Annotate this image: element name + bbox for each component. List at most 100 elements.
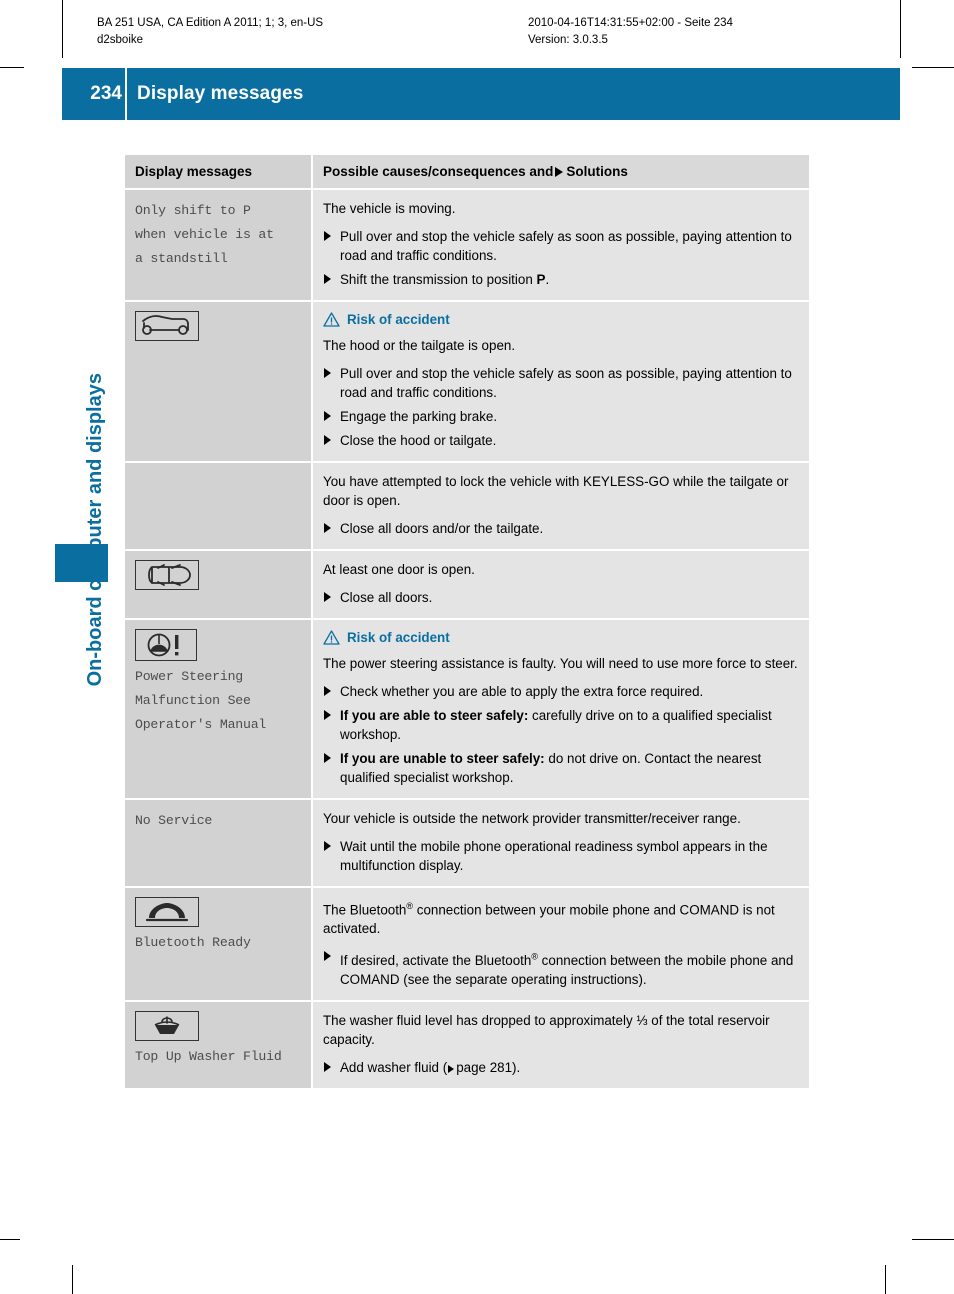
solution-text: If you are able to steer safely: careful… [340,708,772,742]
solution-text: Engage the parking brake. [340,409,498,424]
solution-item: Engage the parking brake. [323,407,799,426]
triangle-bullet-icon [324,686,331,696]
cause-text: The Bluetooth® connection between your m… [323,901,775,937]
cause-text: Your vehicle is outside the network prov… [323,811,741,826]
warning-label: Risk of accident [347,312,450,327]
explanation-cell: Risk of accident The hood or the tailgat… [311,302,809,461]
page-title: Display messages [137,83,304,104]
print-slug-right-line1: 2010-04-16T14:31:55+02:00 - Seite 234 [528,17,733,29]
explanation-cell: At least one door is open. Close all doo… [311,551,809,618]
table-header-cell-messages: Display messages [125,155,311,188]
message-cell [125,302,311,461]
cause-text: The washer fluid level has dropped to ap… [323,1012,770,1047]
print-slug-right-line2: Version: 3.0.3.5 [528,34,608,46]
display-message-text: Top Up Washer Fluid [135,1048,282,1064]
cause-text: The hood or the tailgate is open. [323,338,516,353]
print-slug-left-line1: BA 251 USA, CA Edition A 2011; 1; 3, en-… [97,17,324,29]
triangle-bullet-icon [324,753,331,763]
solution-item: If you are able to steer safely: careful… [323,706,799,744]
solution-item: If desired, activate the Bluetooth® conn… [323,947,799,988]
solution-item: Close all doors and/or the tailgate. [323,519,799,538]
explanation-cell: The washer fluid level has dropped to ap… [311,1001,809,1088]
print-slug-right: 2010-04-16T14:31:55+02:00 - Seite 234 Ve… [528,15,733,49]
triangle-bullet-icon [324,435,331,445]
table-row: Bluetooth Ready The Bluetooth® connectio… [125,888,809,1002]
chapter-thumb-tab [55,544,108,582]
warning-heading: Risk of accident [323,312,799,327]
triangle-bullet-icon [324,1061,331,1072]
door-open-icon [135,560,199,590]
crop-mark-bottom-right-horizontal [912,1239,954,1240]
solution-text: Shift the transmission to position P. [340,272,550,287]
washer-fluid-icon [135,1010,199,1041]
phone-handset-icon [135,897,199,927]
solution-text: Pull over and stop the vehicle safely as… [340,229,792,263]
washer-fluid-glyph [154,1016,180,1034]
column-header-display-messages: Display messages [135,164,253,179]
phone-handset-glyph [145,903,189,922]
solution-text: Close all doors. [340,590,433,605]
triangle-bullet-icon [324,523,331,533]
crop-mark-top-right-vertical [900,0,901,58]
triangle-bullet-icon [324,368,331,378]
hood-tailgate-open-icon [135,311,199,341]
solution-text: Check whether you are able to apply the … [340,684,704,699]
table-header-cell-solutions: Possible causes/consequences and Solution… [311,155,809,188]
table-row: You have attempted to lock the vehicle w… [125,463,809,551]
table-row: Top Up Washer Fluid The washer fluid lev… [125,1001,809,1088]
triangle-bullet-icon [324,710,331,720]
message-cell: Only shift to P when vehicle is at a sta… [125,190,311,300]
warning-label: Risk of accident [347,630,450,645]
crop-mark-top-left-horizontal [0,67,24,68]
table-row: Power Steering Malfunction See Operator'… [125,620,809,800]
warning-triangle-icon [323,630,340,645]
solution-item: Wait until the mobile phone operational … [323,837,799,875]
page-number: 234 [90,83,122,104]
print-slug-left: BA 251 USA, CA Edition A 2011; 1; 3, en-… [97,15,323,49]
display-message-text: Power Steering Malfunction See Operator'… [135,669,267,732]
message-cell: Power Steering Malfunction See Operator'… [125,620,311,798]
cause-text: At least one door is open. [323,562,475,577]
page-reference-text[interactable]: page 281 [456,1060,512,1075]
print-slug-left-line2: d2sboike [97,34,144,46]
column-header-causes: Possible causes/consequences and [323,164,554,179]
solution-item: Pull over and stop the vehicle safely as… [323,364,799,402]
display-message-text: No Service [135,813,213,828]
crop-mark-bottom-left-horizontal [0,1239,20,1240]
triangle-bullet-icon [324,592,331,602]
page-reference-icon [448,1064,455,1073]
crop-mark-bottom-right-vertical [885,1265,886,1294]
solution-item: Add washer fluid (page 281). [323,1058,799,1077]
power-steering-warning-glyph [147,633,179,657]
cause-text: You have attempted to lock the vehicle w… [323,474,789,508]
table-row: At least one door is open. Close all doo… [125,551,809,620]
table-row: No Service Your vehicle is outside the n… [125,800,809,888]
solution-item: Shift the transmission to position P. [323,270,799,289]
triangle-bullet-icon [324,274,331,284]
triangle-bullet-icon [324,951,331,962]
crop-mark-top-right-horizontal [912,67,954,68]
hood-tailgate-open-glyph [142,315,189,335]
triangle-bullet-icon [324,231,331,241]
column-header-solutions: Solutions [566,164,628,179]
crop-mark-top-left-vertical [62,0,63,58]
table-row: Only shift to P when vehicle is at a sta… [125,190,809,302]
solution-item: Close the hood or tailgate. [323,431,799,450]
power-steering-warning-icon [135,629,197,661]
table-header-row: Display messages Possible causes/consequ… [125,155,809,190]
solution-text: Wait until the mobile phone operational … [340,839,768,873]
warning-heading: Risk of accident [323,630,799,645]
triangle-bullet-icon [324,841,331,851]
solution-text: If you are unable to steer safely: do no… [340,751,762,785]
explanation-cell: The Bluetooth® connection between your m… [311,888,809,1000]
explanation-cell: Risk of accident The power steering assi… [311,620,809,798]
solution-item: Check whether you are able to apply the … [323,682,799,701]
display-message-text: Only shift to P when vehicle is at a sta… [135,203,274,266]
message-cell [125,551,311,618]
solution-item: Pull over and stop the vehicle safely as… [323,227,799,265]
explanation-cell: The vehicle is moving. Pull over and sto… [311,190,809,300]
solution-text: Pull over and stop the vehicle safely as… [340,366,792,400]
cause-text: The vehicle is moving. [323,201,456,216]
door-open-glyph [148,564,191,586]
display-messages-table: Display messages Possible causes/consequ… [125,155,809,1088]
